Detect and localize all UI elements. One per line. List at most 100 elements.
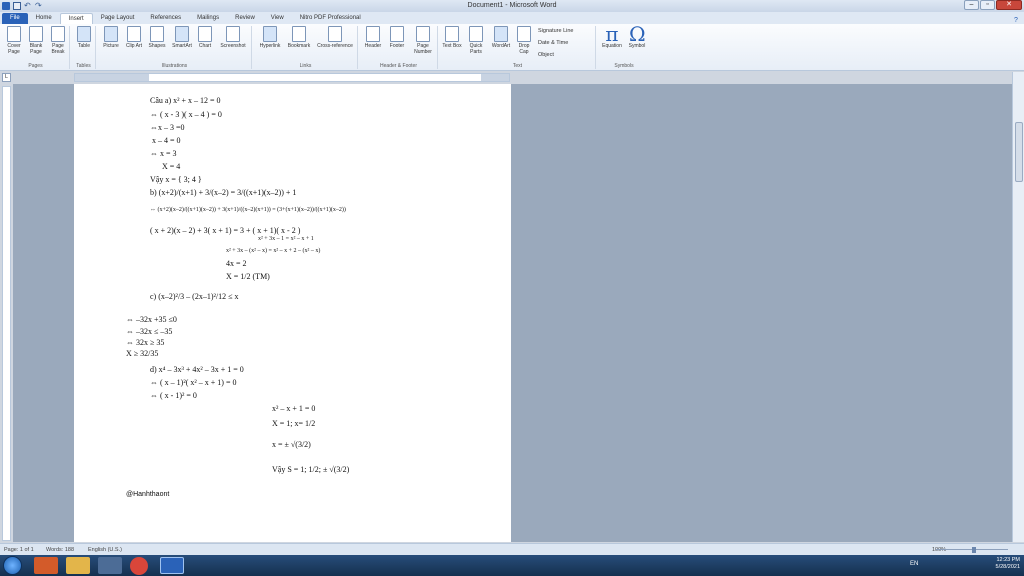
taskbar: EN 12:23 PM 5/28/2021	[0, 555, 1024, 576]
page-number-icon	[416, 26, 430, 42]
group-links: Hyperlink Bookmark Cross-reference Links	[254, 26, 358, 69]
word-count[interactable]: Words: 188	[46, 547, 74, 553]
status-bar: Page: 1 of 1 Words: 188 English (U.S.) 1…	[0, 543, 1024, 555]
tab-view[interactable]: View	[263, 13, 292, 24]
doc-line: Câu a) x² + x – 12 = 0	[150, 96, 221, 105]
header-icon	[366, 26, 380, 42]
page-number-button[interactable]: Page Number	[410, 26, 436, 55]
tab-references[interactable]: References	[142, 13, 189, 24]
group-tables: Table Tables	[72, 26, 96, 69]
doc-line: ⇔ ( x - 3 )( x – 4 ) = 0	[150, 110, 222, 119]
equation-button[interactable]: π Equation	[600, 24, 624, 49]
page-count[interactable]: Page: 1 of 1	[4, 547, 34, 553]
minimize-button[interactable]: –	[964, 0, 979, 10]
blank-page-icon	[29, 26, 43, 42]
wordart-icon	[494, 26, 508, 42]
window-title: Document1 - Microsoft Word	[467, 2, 557, 9]
doc-line: c) (x–2)²/3 – (2x–1)²/12 ≤ x	[150, 292, 239, 301]
smartart-button[interactable]: SmartArt	[170, 26, 194, 49]
drop-cap-icon	[517, 26, 531, 42]
tab-mailings[interactable]: Mailings	[189, 13, 227, 24]
ruler-tab-selector[interactable]: L	[2, 73, 11, 82]
chrome-taskbar-icon[interactable]	[130, 557, 148, 575]
doc-line: ( x + 2)(x – 2) + 3( x + 1) = 3 + ( x + …	[150, 226, 301, 235]
smartart-icon	[175, 26, 189, 42]
left-margin-shade	[75, 74, 149, 81]
input-language[interactable]: EN	[910, 561, 918, 567]
doc-line: 4x = 2	[226, 259, 247, 268]
tab-nitro-pdf[interactable]: Nitro PDF Professional	[292, 13, 369, 24]
picture-icon	[104, 26, 118, 42]
quick-parts-button[interactable]: Quick Parts	[464, 26, 488, 55]
hyperlink-icon	[263, 26, 277, 42]
doc-line: ⇔ 32x ≥ 35	[126, 338, 165, 347]
tab-page-layout[interactable]: Page Layout	[93, 13, 143, 24]
start-button[interactable]	[3, 556, 22, 575]
text-box-button[interactable]: Text Box	[442, 26, 462, 49]
picture-button[interactable]: Picture	[100, 26, 122, 49]
zoom-slider[interactable]	[926, 547, 1016, 553]
omega-icon: Ω	[629, 22, 646, 46]
page-break-button[interactable]: Page Break	[48, 26, 68, 55]
clip-art-button[interactable]: Clip Art	[124, 26, 144, 49]
symbol-button[interactable]: Ω Symbol	[626, 22, 648, 49]
doc-line: x – 4 = 0	[152, 136, 181, 145]
horizontal-ruler[interactable]	[74, 73, 510, 82]
doc-line: ⇔ –32x ≤ –35	[126, 327, 173, 336]
signature-line-button[interactable]: Signature Line	[538, 28, 573, 34]
vertical-scrollbar[interactable]	[1012, 72, 1024, 542]
zoom-knob[interactable]	[972, 547, 976, 553]
doc-line: x = ± √(3/2)	[272, 440, 311, 449]
header-button[interactable]: Header	[362, 26, 384, 49]
document-area: Câu a) x² + x – 12 = 0 ⇔ ( x - 3 )( x – …	[13, 84, 1012, 542]
chart-button[interactable]: Chart	[196, 26, 214, 49]
text-box-icon	[445, 26, 459, 42]
screenshot-button[interactable]: Screenshot	[216, 26, 250, 49]
object-button[interactable]: Object	[538, 52, 554, 58]
maximize-button[interactable]: ▫	[980, 0, 995, 10]
close-button[interactable]: ✕	[996, 0, 1022, 10]
table-icon	[77, 26, 91, 42]
ribbon: Cover Page Blank Page Page Break Pages T…	[0, 24, 1024, 71]
doc-line: x² + 3x – 1 = x² – x + 1	[258, 236, 314, 242]
system-clock[interactable]: 12:23 PM 5/28/2021	[996, 557, 1020, 571]
word-taskbar-icon[interactable]	[160, 557, 184, 574]
doc-line: ⇔ x = 3	[150, 149, 177, 158]
tab-review[interactable]: Review	[227, 13, 263, 24]
help-icon[interactable]: ?	[1008, 17, 1024, 24]
doc-line: ⇔ ( x – 1)²( x² – x + 1) = 0	[150, 378, 237, 387]
shapes-button[interactable]: Shapes	[146, 26, 168, 49]
table-button[interactable]: Table	[75, 26, 93, 49]
drop-cap-button[interactable]: Drop Cap	[514, 26, 534, 55]
vertical-ruler[interactable]	[2, 86, 11, 541]
wordart-button[interactable]: WordArt	[490, 26, 512, 49]
footer-icon	[390, 26, 404, 42]
document-page[interactable]: Câu a) x² + x – 12 = 0 ⇔ ( x - 3 )( x – …	[74, 84, 511, 542]
media-player-taskbar-icon[interactable]	[98, 557, 122, 574]
tab-insert[interactable]: Insert	[59, 13, 93, 24]
title-bar: ↶ ↷ Document1 - Microsoft Word – ▫ ✕	[0, 0, 1024, 12]
cover-page-icon	[7, 26, 21, 42]
date-time-button[interactable]: Date & Time	[538, 40, 568, 46]
bookmark-icon	[292, 26, 306, 42]
scroll-thumb[interactable]	[1015, 122, 1023, 182]
language-indicator[interactable]: English (U.S.)	[88, 547, 122, 553]
doc-line: x² + 3x – (x² – x) = x² – x + 2 – (x² – …	[226, 248, 321, 254]
cover-page-button[interactable]: Cover Page	[4, 26, 24, 55]
group-pages: Cover Page Blank Page Page Break Pages	[2, 26, 70, 69]
doc-line: d) x⁴ – 3x³ + 4x² – 3x + 1 = 0	[150, 365, 244, 374]
blank-page-button[interactable]: Blank Page	[26, 26, 46, 55]
powerpoint-taskbar-icon[interactable]	[34, 557, 58, 574]
group-text: Text Box Quick Parts WordArt Drop Cap Si…	[440, 26, 596, 69]
tab-file[interactable]: File	[2, 13, 28, 24]
shapes-icon	[150, 26, 164, 42]
explorer-taskbar-icon[interactable]	[66, 557, 90, 574]
doc-line: X = 1; x= 1/2	[272, 419, 316, 428]
footer-button[interactable]: Footer	[386, 26, 408, 49]
hyperlink-button[interactable]: Hyperlink	[256, 26, 284, 49]
bookmark-button[interactable]: Bookmark	[286, 26, 312, 49]
cross-reference-button[interactable]: Cross-reference	[314, 26, 356, 49]
group-illustrations: Picture Clip Art Shapes SmartArt Chart S…	[98, 26, 252, 69]
group-symbols: π Equation Ω Symbol Symbols	[598, 22, 650, 69]
tab-home[interactable]: Home	[28, 13, 60, 24]
